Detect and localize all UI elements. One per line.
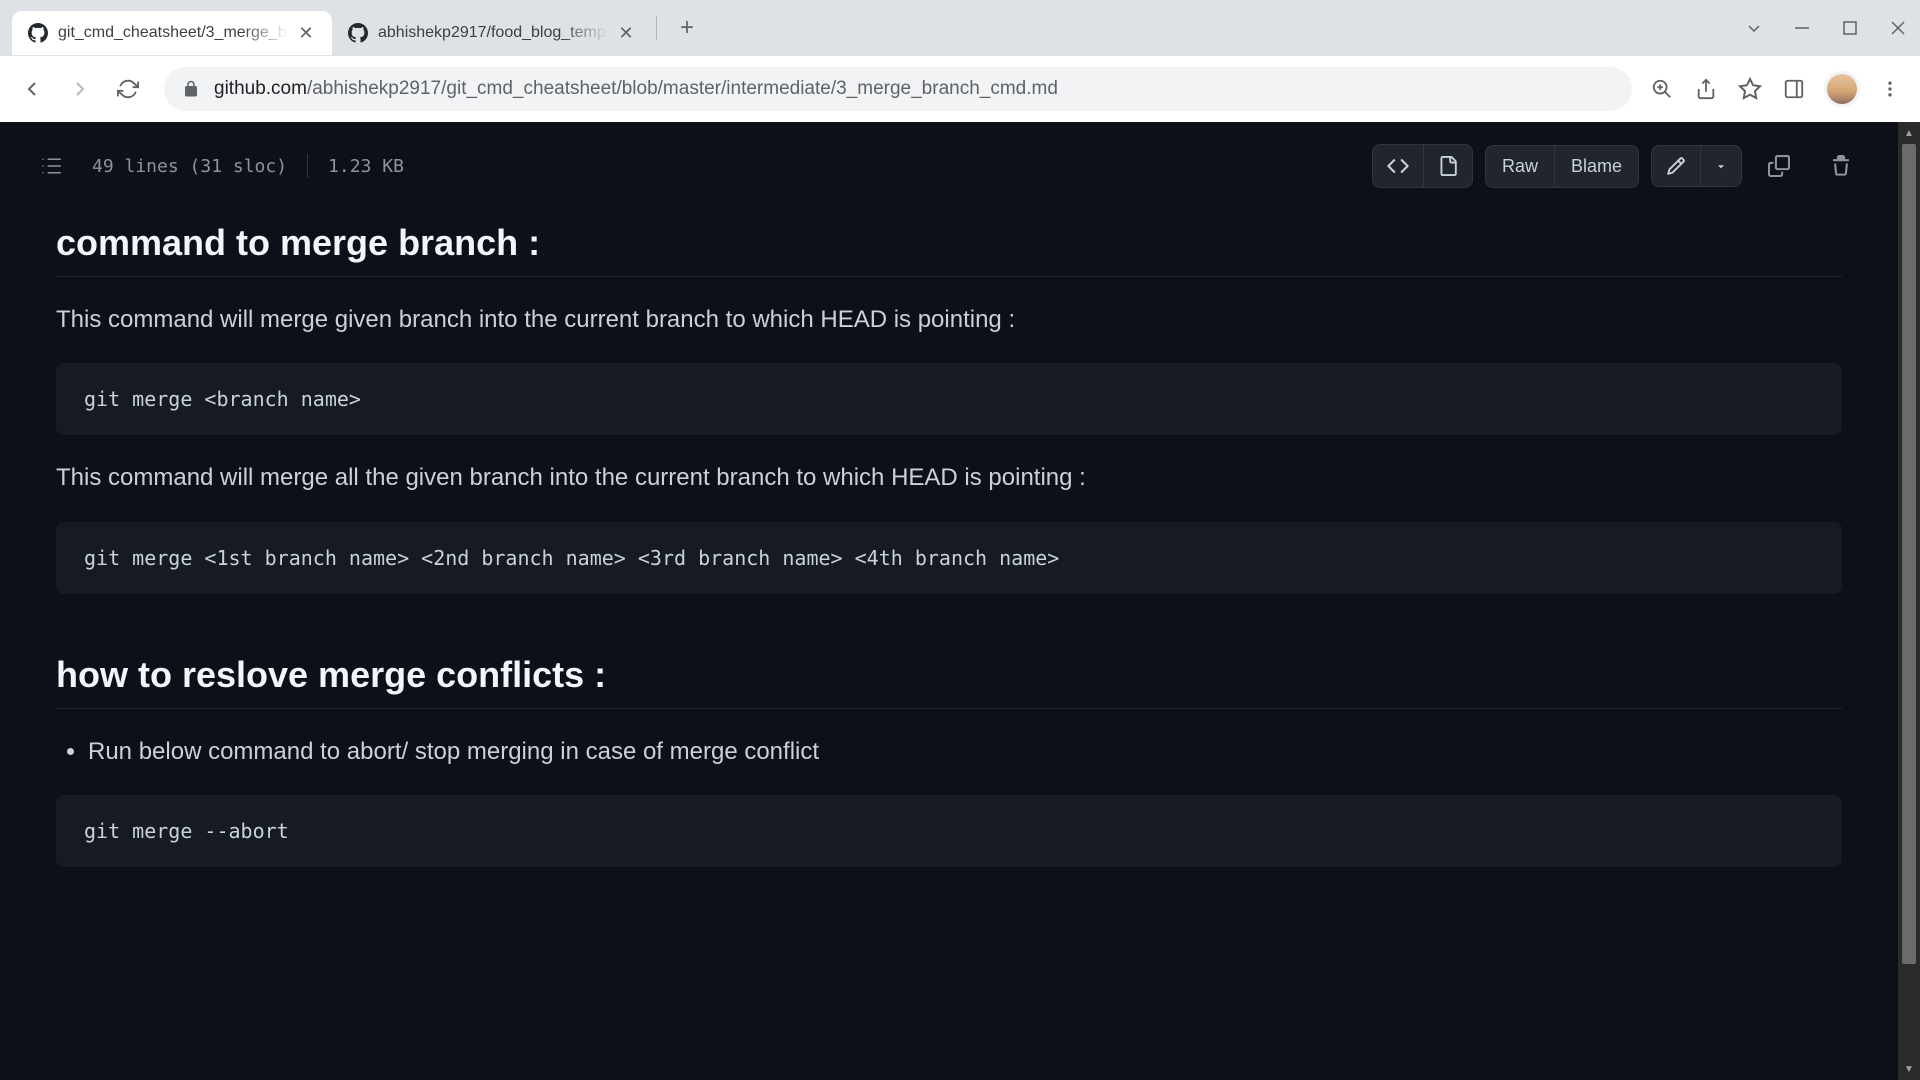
tab-title: git_cmd_cheatsheet/3_merge_bra [58, 24, 288, 42]
github-icon [28, 23, 48, 43]
tab-bar: git_cmd_cheatsheet/3_merge_bra ✕ abhishe… [0, 0, 1920, 56]
heading-resolve-conflicts: how to reslove merge conflicts : [56, 654, 1842, 709]
file-header: 49 lines (31 sloc) 1.23 KB Raw Blame [16, 130, 1882, 202]
bookmark-star-icon[interactable] [1736, 75, 1764, 103]
toc-icon[interactable] [40, 154, 64, 178]
code-block: git merge <1st branch name> <2nd branch … [56, 522, 1842, 594]
scroll-up-icon[interactable]: ▲ [1898, 122, 1920, 144]
back-button[interactable] [12, 69, 52, 109]
file-actions: Raw Blame [1372, 144, 1866, 188]
forward-button[interactable] [60, 69, 100, 109]
paragraph: This command will merge all the given br… [56, 459, 1842, 497]
url-text: github.com/abhishekp2917/git_cmd_cheatsh… [214, 78, 1058, 100]
page-content: 49 lines (31 sloc) 1.23 KB Raw Blame [0, 122, 1920, 1080]
raw-blame-group: Raw Blame [1485, 145, 1639, 188]
github-icon [348, 23, 368, 43]
address-bar-row: github.com/abhishekp2917/git_cmd_cheatsh… [0, 56, 1920, 122]
close-window-icon[interactable] [1888, 18, 1908, 38]
edit-group [1651, 145, 1742, 187]
view-mode-group [1372, 144, 1473, 188]
paragraph: This command will merge given branch int… [56, 301, 1842, 339]
browser-chrome: git_cmd_cheatsheet/3_merge_bra ✕ abhishe… [0, 0, 1920, 122]
address-bar[interactable]: github.com/abhishekp2917/git_cmd_cheatsh… [164, 67, 1632, 111]
bullet-list: Run below command to abort/ stop merging… [56, 733, 1842, 771]
copy-button[interactable] [1754, 145, 1804, 187]
avatar-image [1827, 74, 1857, 104]
file-size: 1.23 KB [328, 156, 404, 177]
content-scroll: 49 lines (31 sloc) 1.23 KB Raw Blame [0, 122, 1898, 1080]
list-item: Run below command to abort/ stop merging… [88, 733, 1842, 771]
share-icon[interactable] [1692, 75, 1720, 103]
profile-avatar[interactable] [1824, 71, 1860, 107]
side-panel-icon[interactable] [1780, 75, 1808, 103]
new-tab-button[interactable]: + [669, 10, 705, 46]
chevron-down-icon[interactable] [1744, 18, 1764, 38]
rendered-view-button[interactable] [1424, 145, 1472, 187]
heading-merge-branch: command to merge branch : [56, 222, 1842, 277]
lock-icon [182, 80, 200, 98]
tab-inactive[interactable]: abhishekp2917/food_blog_templ ✕ [332, 11, 652, 55]
delete-button[interactable] [1816, 145, 1866, 187]
edit-button[interactable] [1652, 146, 1701, 186]
close-icon[interactable]: ✕ [296, 23, 316, 43]
scrollbar-thumb[interactable] [1902, 144, 1916, 964]
tab-title: abhishekp2917/food_blog_templ [378, 24, 608, 42]
raw-button[interactable]: Raw [1486, 146, 1555, 187]
blame-button[interactable]: Blame [1555, 146, 1638, 187]
tab-active[interactable]: git_cmd_cheatsheet/3_merge_bra ✕ [12, 11, 332, 55]
maximize-icon[interactable] [1840, 18, 1860, 38]
close-icon[interactable]: ✕ [616, 23, 636, 43]
code-block: git merge --abort [56, 795, 1842, 867]
scrollbar[interactable]: ▲ ▼ [1898, 122, 1920, 1080]
edit-dropdown-button[interactable] [1701, 146, 1741, 186]
reload-button[interactable] [108, 69, 148, 109]
divider [307, 154, 308, 178]
zoom-icon[interactable] [1648, 75, 1676, 103]
minimize-icon[interactable] [1792, 18, 1812, 38]
browser-toolbar-icons [1648, 71, 1908, 107]
scroll-down-icon[interactable]: ▼ [1898, 1058, 1920, 1080]
window-controls [1744, 0, 1908, 56]
file-stats: 49 lines (31 sloc) 1.23 KB [24, 154, 404, 178]
line-count: 49 lines (31 sloc) [92, 156, 287, 177]
code-block: git merge <branch name> [56, 363, 1842, 435]
kebab-menu-icon[interactable] [1876, 75, 1904, 103]
markdown-body: command to merge branch : This command w… [16, 202, 1882, 927]
tab-divider [656, 16, 657, 40]
source-view-button[interactable] [1373, 145, 1424, 187]
